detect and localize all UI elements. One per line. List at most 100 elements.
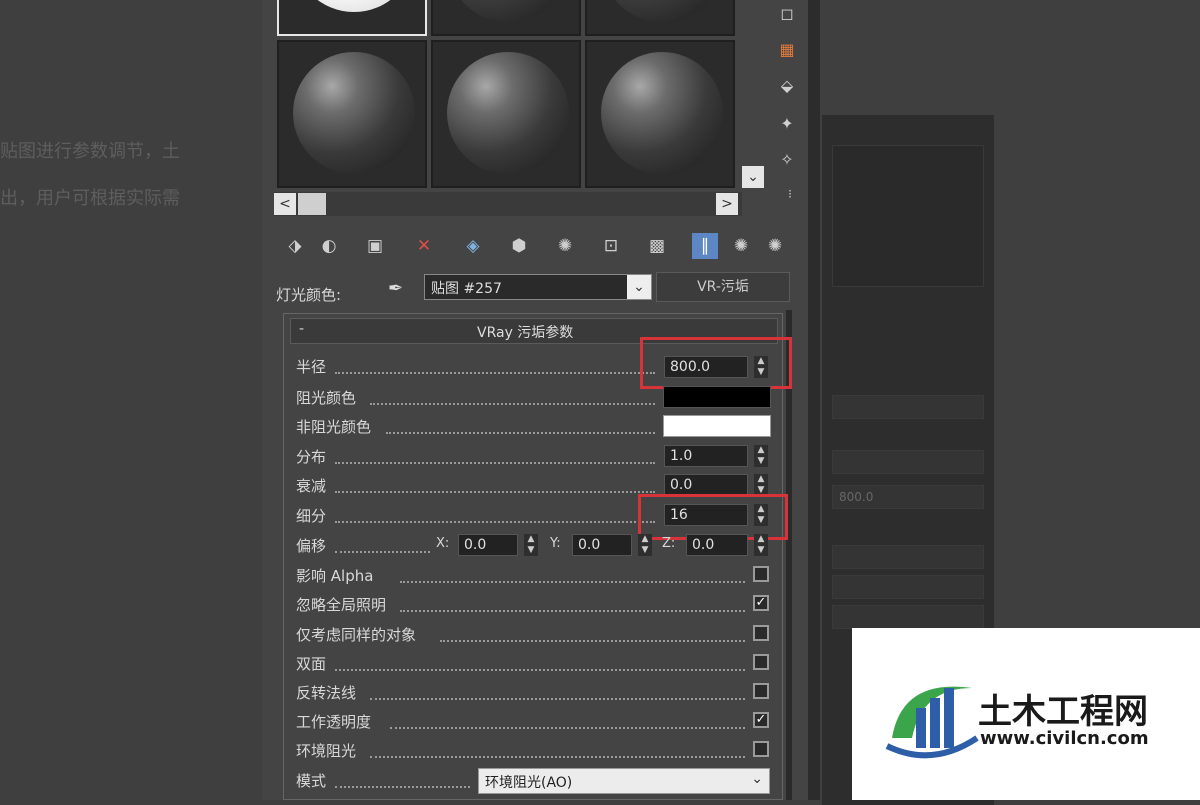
bias-z-field[interactable]: 0.0 bbox=[686, 534, 748, 556]
leader-dots bbox=[440, 640, 745, 642]
mode-dropdown[interactable]: 环境阻光(AO) ⌄ bbox=[478, 768, 770, 794]
background-icon[interactable]: ⬙ bbox=[775, 74, 799, 98]
work-with-transparency-checkbox[interactable]: ✓ bbox=[753, 712, 769, 728]
horizontal-scrollbar[interactable] bbox=[274, 192, 742, 216]
material-id-icon[interactable]: ✺ bbox=[552, 233, 578, 259]
leader-dots bbox=[335, 551, 430, 553]
get-material-icon[interactable]: ⬗ bbox=[282, 233, 308, 259]
material-slot-2[interactable] bbox=[431, 0, 581, 36]
bias-x-label: X: bbox=[436, 536, 450, 551]
show-map-icon[interactable]: ⊡ bbox=[598, 233, 624, 259]
put-to-scene-icon[interactable]: ◐ bbox=[316, 233, 342, 259]
bias-y-spinner[interactable]: ▲ ▼ bbox=[638, 534, 652, 556]
map-type-button[interactable]: VR-污垢 bbox=[656, 272, 790, 302]
bias-x-field[interactable]: 0.0 bbox=[458, 534, 518, 556]
assign-to-selection-icon[interactable]: ▣ bbox=[362, 233, 388, 259]
go-to-parent-icon[interactable]: ✺ bbox=[728, 233, 754, 259]
bias-x-spinner[interactable]: ▲ ▼ bbox=[524, 534, 538, 556]
material-sphere bbox=[447, 0, 569, 22]
affect-alpha-label: 影响 Alpha bbox=[296, 567, 374, 585]
leader-dots bbox=[390, 727, 745, 729]
falloff-label: 衰减 bbox=[296, 477, 327, 495]
logo-name: 土木工程网 bbox=[978, 692, 1148, 732]
leader-dots bbox=[386, 432, 655, 434]
make-preview-icon[interactable]: ⁝ bbox=[778, 182, 802, 206]
bias-y-field[interactable]: 0.0 bbox=[572, 534, 632, 556]
consider-same-object-checkbox[interactable] bbox=[753, 625, 769, 641]
backlight-icon[interactable]: ▦ bbox=[775, 38, 799, 62]
leader-dots bbox=[400, 581, 745, 583]
material-sphere bbox=[293, 0, 415, 12]
window-frame-right bbox=[808, 0, 820, 800]
leader-dots bbox=[335, 372, 655, 374]
leader-dots bbox=[400, 610, 745, 612]
ignore-gi-checkbox[interactable]: ✓ bbox=[753, 595, 769, 611]
leader-dots bbox=[335, 462, 655, 464]
leader-dots bbox=[370, 756, 745, 758]
go-sibling-icon[interactable]: ✺ bbox=[762, 233, 788, 259]
leader-dots bbox=[370, 698, 745, 700]
ghost-value: 800.0 bbox=[839, 490, 874, 504]
falloff-spinner[interactable]: ▲ ▼ bbox=[754, 474, 768, 496]
ambient-occlusion-checkbox[interactable] bbox=[753, 741, 769, 757]
material-slot-3[interactable] bbox=[585, 0, 735, 36]
scroll-right-button[interactable]: > bbox=[716, 193, 738, 215]
ambient-occlusion-label: 环境阻光 bbox=[296, 742, 357, 760]
scroll-thumb[interactable] bbox=[298, 193, 326, 215]
show-background-icon[interactable]: ▩ bbox=[644, 233, 670, 259]
material-slot-5[interactable] bbox=[431, 40, 581, 188]
highlight-box bbox=[640, 337, 792, 389]
consider-same-object-label: 仅考虑同样的对象 bbox=[296, 626, 417, 644]
material-slot-4[interactable] bbox=[277, 40, 427, 188]
distribution-spinner[interactable]: ▲ ▼ bbox=[754, 445, 768, 467]
distribution-field[interactable]: 1.0 bbox=[664, 445, 748, 467]
double-sided-label: 双面 bbox=[296, 655, 327, 673]
bias-label: 偏移 bbox=[296, 537, 327, 555]
map-type-label: VR-污垢 bbox=[697, 279, 749, 295]
leader-dots bbox=[370, 403, 655, 405]
uv-tiling-icon[interactable]: ✦ bbox=[775, 112, 799, 136]
occluded-color-swatch[interactable] bbox=[663, 386, 771, 408]
video-check-icon[interactable]: ✧ bbox=[775, 148, 799, 172]
chevron-down-icon: ⌄ bbox=[627, 275, 651, 299]
scroll-left-button[interactable]: < bbox=[274, 193, 296, 215]
material-sphere bbox=[447, 52, 569, 174]
unoccluded-color-label: 非阻光颜色 bbox=[296, 418, 372, 436]
invert-normal-checkbox[interactable] bbox=[753, 683, 769, 699]
watermark-logo: 土木工程网 www.civilcn.com bbox=[852, 628, 1200, 800]
distribution-label: 分布 bbox=[296, 448, 327, 466]
sample-type-icon[interactable]: ◻ bbox=[775, 2, 799, 26]
bias-z-spinner[interactable]: ▲ ▼ bbox=[754, 534, 768, 556]
collapse-toggle[interactable]: - bbox=[299, 321, 304, 337]
work-with-transparency-label: 工作透明度 bbox=[296, 713, 372, 731]
logo-emblem-icon bbox=[885, 686, 979, 759]
falloff-field[interactable]: 0.0 bbox=[664, 474, 748, 496]
invert-normal-label: 反转法线 bbox=[296, 684, 357, 702]
double-sided-checkbox[interactable] bbox=[753, 654, 769, 670]
leader-dots bbox=[335, 521, 655, 523]
rollout-title: VRay 污垢参数 bbox=[477, 325, 574, 341]
background-text-line1: 贴图进行参数调节，土 bbox=[0, 141, 180, 162]
bias-z-label: Z: bbox=[662, 536, 676, 551]
map-name-value: 贴图 #257 bbox=[431, 281, 502, 297]
make-unique-icon[interactable]: ◈ bbox=[460, 233, 486, 259]
map-name-dropdown[interactable]: 贴图 #257 ⌄ bbox=[424, 274, 652, 300]
eyedropper-icon[interactable]: ✒ bbox=[388, 278, 410, 300]
affect-alpha-checkbox[interactable] bbox=[753, 566, 769, 582]
material-sphere bbox=[293, 52, 415, 174]
delete-icon[interactable]: ✕ bbox=[411, 233, 437, 259]
occluded-color-label: 阻光颜色 bbox=[296, 389, 357, 407]
unoccluded-color-swatch[interactable] bbox=[663, 415, 771, 437]
ignore-gi-label: 忽略全局照明 bbox=[296, 596, 387, 614]
material-slot-6[interactable] bbox=[585, 40, 735, 188]
scroll-down-button[interactable]: ⌄ bbox=[742, 166, 764, 188]
leader-dots bbox=[335, 669, 745, 671]
material-sphere bbox=[601, 52, 723, 174]
material-slot-1[interactable] bbox=[277, 0, 427, 36]
chevron-down-icon: ⌄ bbox=[751, 771, 763, 787]
light-color-label: 灯光颜色: bbox=[276, 286, 342, 304]
radius-label: 半径 bbox=[296, 358, 327, 376]
logo-url: www.civilcn.com bbox=[980, 728, 1149, 749]
put-to-library-icon[interactable]: ⬢ bbox=[506, 233, 532, 259]
show-end-result-icon[interactable]: ∥ bbox=[692, 233, 718, 259]
